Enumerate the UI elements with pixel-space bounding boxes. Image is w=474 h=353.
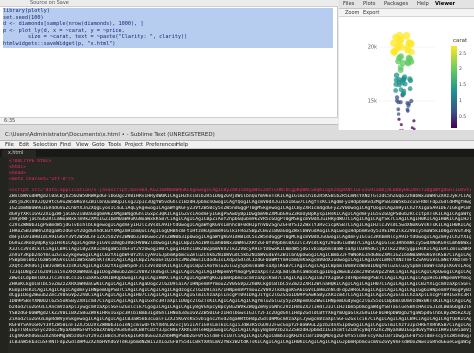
- editor-toolbar: Source on Save: [0, 0, 338, 7]
- scatter-point[interactable]: [404, 44, 412, 51]
- code-line: ZiAod2luZG93LmpRdWVyeSkgewogICAgICAgICAg…: [9, 316, 471, 322]
- source-editor[interactable]: Source on Save library(plotly) set.seed(1…: [0, 0, 338, 124]
- scatter-point[interactable]: [407, 78, 414, 84]
- code-line: set.seed(100): [3, 14, 333, 22]
- file-tab-label: x.html: [8, 151, 24, 156]
- source-on-save-checkbox[interactable]: Source on Save: [30, 0, 69, 7]
- scatter-point[interactable]: [390, 48, 398, 55]
- tab-bar: x.html: [0, 149, 474, 157]
- scatter-point[interactable]: [407, 86, 413, 92]
- scatter-point[interactable]: [393, 81, 399, 87]
- legend-title: carat: [453, 38, 468, 44]
- code-line: dmFyIG91dHB1dCA9IGRvY3VtZW50LnF1ZXJ5U2Vs…: [9, 234, 471, 240]
- legend-tick: 1: [459, 98, 462, 104]
- scatter-point[interactable]: [412, 119, 416, 123]
- tab-files[interactable]: Files: [343, 1, 354, 8]
- scatter-point[interactable]: [401, 91, 407, 96]
- legend-tick: 0.5: [459, 114, 466, 120]
- code-line: bGVuZ3RoOyBpKyspIHsKICAgICAgdmFyIGVsID0g…: [9, 240, 471, 246]
- colorbar: [451, 46, 457, 128]
- zoom-button[interactable]: Zoom: [345, 10, 359, 16]
- plot-canvas: 20k 15k carat 2.5 2 1.5 1 0.5: [368, 31, 468, 132]
- scatter-point[interactable]: [393, 72, 400, 79]
- html-source[interactable]: <!DOCTYPE html> <html> <head> <meta charset…: [9, 159, 471, 346]
- title-bar: C:\Users\Administrator\Documents\x.html …: [0, 130, 474, 141]
- scatter-point[interactable]: [396, 54, 403, 62]
- r-code[interactable]: library(plotly) set.seed(100) d <- diamond…: [3, 8, 333, 48]
- menu-selection[interactable]: Selection: [33, 141, 57, 149]
- line-gutter: [0, 157, 8, 353]
- menu-find[interactable]: Find: [60, 141, 71, 149]
- tab-viewer[interactable]: Viewer: [435, 1, 455, 8]
- code-line: T2JqID8gc2l6ZU9iai5nZXRXaWR0aCgpIDogZWwu…: [9, 270, 471, 276]
- menu-preferences[interactable]: Preferences: [146, 141, 177, 149]
- y-tick-label: 15k: [368, 99, 377, 105]
- viewer-pane: Files Plots Packages Help Viewer Zoom Ex…: [339, 0, 474, 136]
- code-line: ICB3aW5kb3cuSFRNTFdpZGdldHMuZXZhbHVhdGVT…: [9, 340, 471, 346]
- scatter-point[interactable]: [396, 112, 401, 116]
- scatter-point[interactable]: [396, 107, 401, 112]
- tab-plots[interactable]: Plots: [363, 1, 375, 8]
- viewer-toolbar: Zoom Export: [339, 9, 474, 17]
- y-tick-label: 20k: [368, 45, 377, 51]
- menu-tools[interactable]: Tools: [108, 141, 121, 149]
- code-line: p <- plot_ly(d, x = ~carat, y = ~price,: [3, 27, 333, 35]
- legend-tick: 2.5: [459, 51, 466, 57]
- scatter-point[interactable]: [399, 123, 403, 127]
- scatter-point[interactable]: [393, 88, 399, 93]
- scatter-point[interactable]: [409, 98, 414, 104]
- menu-goto[interactable]: Goto: [92, 141, 105, 149]
- scatter-point[interactable]: [398, 100, 403, 105]
- scatter-point[interactable]: [405, 54, 413, 62]
- code-line: size = ~carat, text = ~paste("Clarity: "…: [3, 34, 333, 41]
- menu-edit[interactable]: Edit: [19, 141, 29, 149]
- plotly-scatter[interactable]: 20k 15k carat 2.5 2 1.5 1 0.5: [339, 17, 474, 136]
- tab-help[interactable]: Help: [417, 1, 429, 8]
- editor-status-bar: 6:35: [0, 117, 338, 124]
- file-tab[interactable]: x.html: [2, 150, 36, 157]
- legend-tick: 2: [459, 66, 462, 72]
- tab-packages[interactable]: Packages: [384, 1, 408, 8]
- menu-file[interactable]: File: [5, 141, 14, 149]
- scatter-point[interactable]: [396, 37, 404, 45]
- scatter-point[interactable]: [402, 32, 411, 40]
- menu-help[interactable]: Help: [176, 141, 188, 149]
- scatter-point[interactable]: [394, 95, 400, 100]
- export-button[interactable]: Export: [363, 10, 379, 16]
- rstudio-window: Source on Save library(plotly) set.seed(1…: [0, 0, 474, 136]
- code-line: IGZ1bmN0aW9uIGV4dGVuZCh0YXJnZXQgLyosIC4u…: [9, 205, 471, 211]
- scatter-point[interactable]: [405, 107, 410, 112]
- editor-area[interactable]: <!DOCTYPE html> <html> <head> <meta charset…: [0, 157, 474, 353]
- pane-tabs: Files Plots Packages Help Viewer: [339, 0, 474, 9]
- window-title: C:\Users\Administrator\Documents\x.html …: [5, 132, 215, 138]
- code-line: ZW5jb2RlVVJJQ29tcG9uZW50KGVsZW1lbnQuaWQp…: [9, 199, 471, 205]
- menu-project[interactable]: Project: [125, 141, 143, 149]
- code-line: YSBzdGF0aWMgd2lkZ2V0LiBXZSBuZWVkIHRvIGxp…: [9, 310, 471, 316]
- scatter-point[interactable]: [393, 77, 399, 83]
- code-line: htmlwidgets::saveWidget(p, "x.html"): [3, 40, 333, 48]
- scatter-point[interactable]: [410, 126, 414, 130]
- code-line: d <- diamonds[sample(nrow(diamonds), 100…: [3, 21, 333, 28]
- code-line: library(plotly): [3, 8, 333, 15]
- menu-bar: File Edit Selection Find View Goto Tools…: [0, 141, 474, 149]
- legend-tick: 1.5: [459, 82, 466, 88]
- code-line: X3Jlc3VsdCk7CiAgICB9CiAgICByZXR1cm4gaW5z…: [9, 246, 471, 252]
- code-line: ZHRoKCkgOiBlbC5vZmZzZXRXaWR0aCwKICAgICAg…: [9, 281, 471, 287]
- scatter-point[interactable]: [399, 80, 405, 86]
- scatter-point[interactable]: [406, 103, 411, 108]
- desktop-screenshot: Source on Save library(plotly) set.seed(1…: [0, 0, 474, 353]
- sublime-text-window: C:\Users\Administrator\Documents\x.html …: [0, 130, 474, 353]
- scatter-point[interactable]: [397, 117, 401, 121]
- menu-view[interactable]: View: [76, 141, 89, 149]
- code-line: ZWwsICdpbml0X3Jlc3VsdCcsIGluaXRSZXN1bHQp…: [9, 275, 471, 281]
